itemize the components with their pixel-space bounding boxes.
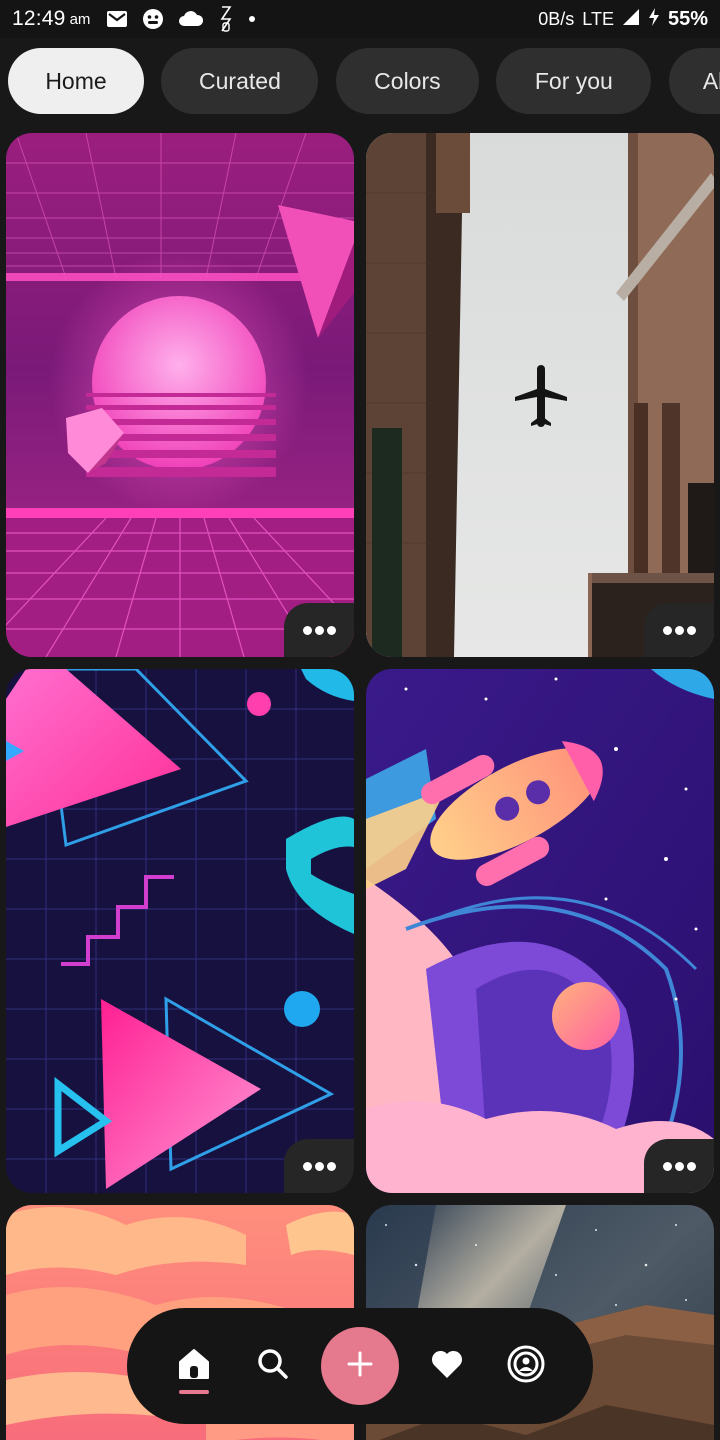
wallpaper-card-synthwave[interactable]: [6, 133, 354, 657]
home-icon: [177, 1348, 211, 1385]
wallpaper-card-airplane[interactable]: [366, 133, 714, 657]
more-horizontal-icon: [662, 625, 696, 635]
net-speed: 0B/s: [538, 8, 575, 29]
notification-dot-icon: [248, 15, 256, 23]
profile-icon: [506, 1344, 546, 1389]
status-right: 0B/s LTE 55%: [538, 7, 708, 32]
charging-icon: [648, 7, 660, 32]
status-time: 12:49: [12, 7, 66, 30]
nav-add-button[interactable]: [320, 1327, 399, 1405]
add-icon: [347, 1351, 373, 1382]
more-horizontal-icon: [302, 1161, 336, 1171]
retro-triangles-image: [6, 669, 354, 1193]
chip-for-you[interactable]: For you: [496, 48, 652, 114]
status-ampm: am: [69, 10, 91, 28]
chip-home[interactable]: Home: [8, 48, 144, 114]
chip-about[interactable]: Ab: [668, 48, 720, 114]
cloud-icon: [178, 10, 204, 28]
category-chips: Home Curated Colors For you Ab: [0, 48, 720, 116]
nav-home-button[interactable]: [164, 1336, 224, 1396]
status-bar: 12:49 am 0B/s LTE 55%: [0, 0, 720, 38]
nav-search-button[interactable]: [243, 1336, 303, 1396]
nav-profile-button[interactable]: [496, 1336, 556, 1396]
heart-icon: [430, 1349, 464, 1384]
signal-icon: [622, 8, 640, 31]
battery-percent: 55%: [667, 7, 708, 30]
card-more-button[interactable]: [284, 1139, 354, 1193]
network-type: LTE: [582, 8, 614, 29]
wallpaper-card-triangles[interactable]: [6, 669, 354, 1193]
sync-icon: [218, 5, 234, 33]
bottom-navigation: [127, 1308, 593, 1424]
synthwave-sun-image: [6, 133, 354, 657]
space-rocket-image: [366, 669, 714, 1193]
chip-colors[interactable]: Colors: [335, 48, 479, 114]
nav-active-indicator: [179, 1390, 210, 1394]
card-more-button[interactable]: [644, 603, 714, 657]
card-more-button[interactable]: [644, 1139, 714, 1193]
nav-favorites-button[interactable]: [417, 1336, 477, 1396]
face-notification-icon: [142, 8, 164, 30]
more-horizontal-icon: [302, 625, 336, 635]
card-more-button[interactable]: [284, 603, 354, 657]
gmail-icon: [106, 10, 128, 28]
wallpaper-card-rocket[interactable]: [366, 669, 714, 1193]
search-icon: [257, 1348, 289, 1385]
airplane-between-buildings-image: [366, 133, 714, 657]
more-horizontal-icon: [662, 1161, 696, 1171]
chip-curated[interactable]: Curated: [161, 48, 319, 114]
